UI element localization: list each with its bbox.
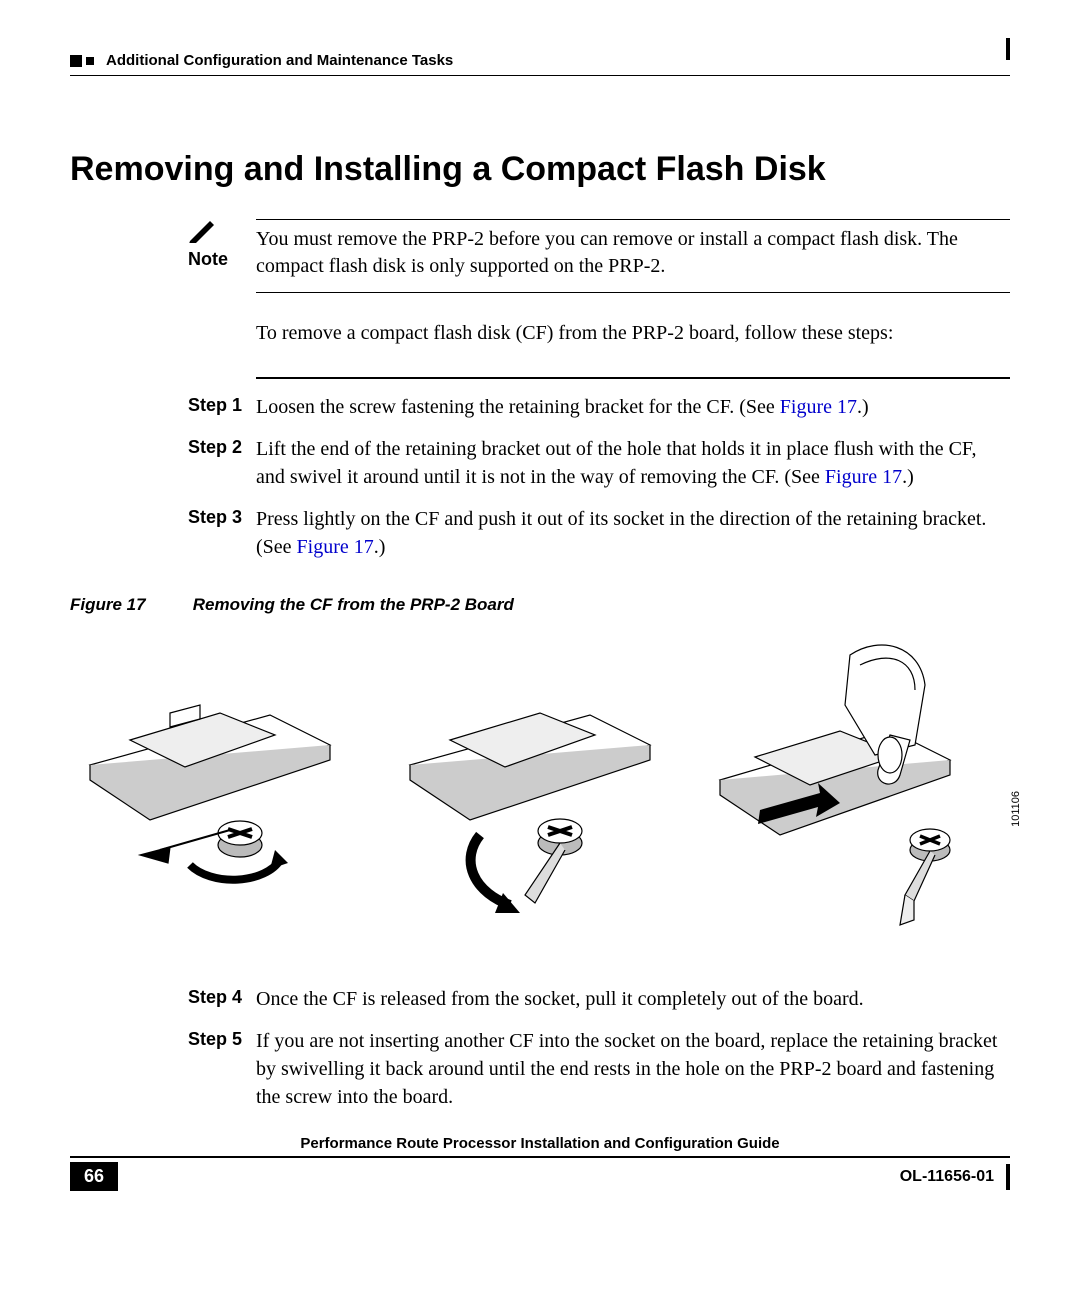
- step-body: Once the CF is released from the socket,…: [256, 985, 1010, 1013]
- crop-mark: [1006, 38, 1010, 60]
- step-body: Press lightly on the CF and push it out …: [256, 505, 1010, 561]
- page-title: Removing and Installing a Compact Flash …: [70, 150, 1010, 189]
- figure-caption: Figure 17 Removing the CF from the PRP-2…: [70, 595, 1010, 615]
- intro-text: To remove a compact flash disk (CF) from…: [256, 319, 1010, 347]
- figure-ref-link[interactable]: Figure 17: [825, 466, 902, 488]
- pencil-icon: [188, 219, 218, 243]
- step-label: Step 3: [188, 505, 256, 561]
- figure-panel-1: [70, 635, 360, 935]
- crop-mark-bottom: [1006, 1164, 1010, 1190]
- header-marker: [70, 55, 98, 67]
- footer: Performance Route Processor Installation…: [70, 1135, 1010, 1191]
- step-body: Loosen the screw fastening the retaining…: [256, 393, 1010, 421]
- figure-panel-2: [385, 635, 675, 935]
- step-row: Step 5If you are not inserting another C…: [188, 1027, 1010, 1111]
- step-label: Step 4: [188, 985, 256, 1013]
- doc-number: OL-11656-01: [900, 1168, 994, 1186]
- step-row: Step 2Lift the end of the retaining brac…: [188, 435, 1010, 491]
- step-label: Step 2: [188, 435, 256, 491]
- step-row: Step 3Press lightly on the CF and push i…: [188, 505, 1010, 561]
- figure-id: 101106: [1010, 791, 1022, 827]
- page-number: 66: [70, 1162, 118, 1191]
- note-block: Note You must remove the PRP-2 before yo…: [188, 219, 1010, 293]
- note-label: Note: [188, 249, 228, 270]
- step-row: Step 4Once the CF is released from the s…: [188, 985, 1010, 1013]
- figure-panel-3: [700, 635, 1010, 935]
- note-text: You must remove the PRP-2 before you can…: [256, 226, 1010, 280]
- header-rule: [70, 75, 1010, 76]
- step-label: Step 1: [188, 393, 256, 421]
- figure-illustration: 101106: [70, 635, 1010, 945]
- figure-label: Figure 17: [70, 595, 188, 615]
- step-label: Step 5: [188, 1027, 256, 1111]
- steps-bottom: Step 4Once the CF is released from the s…: [188, 985, 1010, 1111]
- figure-caption-text: Removing the CF from the PRP-2 Board: [193, 595, 514, 614]
- header-section-title: Additional Configuration and Maintenance…: [106, 52, 453, 69]
- steps-rule: [256, 377, 1010, 379]
- step-body: Lift the end of the retaining bracket ou…: [256, 435, 1010, 491]
- figure-ref-link[interactable]: Figure 17: [297, 536, 374, 558]
- step-row: Step 1Loosen the screw fastening the ret…: [188, 393, 1010, 421]
- step-body: If you are not inserting another CF into…: [256, 1027, 1010, 1111]
- steps-top: Step 1Loosen the screw fastening the ret…: [188, 393, 1010, 561]
- figure-ref-link[interactable]: Figure 17: [780, 396, 857, 418]
- footer-guide-title: Performance Route Processor Installation…: [70, 1135, 1010, 1158]
